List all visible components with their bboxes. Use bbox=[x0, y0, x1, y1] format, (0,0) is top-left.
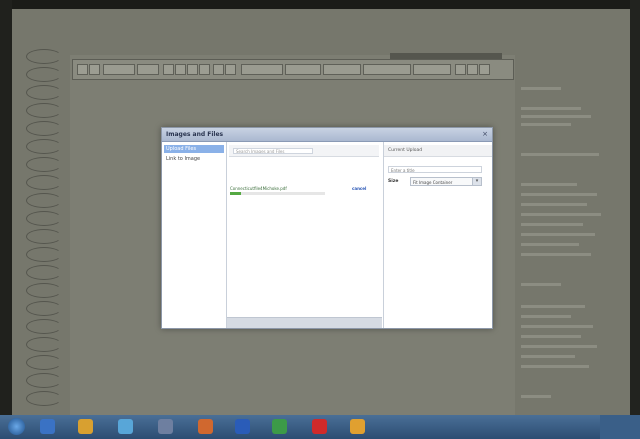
upload-row: Connecticutfile4Michoke.pdf cancel bbox=[230, 186, 380, 200]
monitor-bezel-right bbox=[630, 0, 640, 439]
toolbar-button[interactable] bbox=[89, 64, 100, 75]
word-icon[interactable] bbox=[235, 419, 250, 434]
toolbar-button[interactable] bbox=[479, 64, 490, 75]
size-label: Size bbox=[388, 179, 399, 184]
images-and-files-dialog: Images and Files × Upload Files Link to … bbox=[161, 127, 493, 329]
upload-progress-fill bbox=[230, 192, 242, 195]
dialog-nav: Upload Files Link to Image bbox=[162, 142, 227, 328]
monitor-bezel-left bbox=[0, 0, 12, 439]
upload-panel: Search Images and Files Connecticutfile4… bbox=[227, 142, 382, 328]
dialog-title: Images and Files bbox=[166, 131, 224, 138]
toolbar-dropdown[interactable] bbox=[137, 64, 159, 75]
file-name: Connecticutfile4Michoke.pdf bbox=[230, 186, 287, 191]
toolbar-button[interactable] bbox=[467, 64, 478, 75]
browser-icon[interactable] bbox=[118, 419, 133, 434]
toolbar-dropdown[interactable] bbox=[103, 64, 135, 75]
properties-header: Current Upload bbox=[384, 145, 492, 157]
upload-progress-bar bbox=[230, 192, 325, 195]
properties-panel: Current Upload Enter a title Size Fit Im… bbox=[383, 142, 492, 328]
notebook-spiral bbox=[26, 49, 66, 409]
size-select-value: Fit Image Container bbox=[413, 180, 453, 185]
system-tray[interactable] bbox=[600, 415, 640, 439]
toolbar-dropdown[interactable] bbox=[413, 64, 451, 75]
toolbar-button[interactable] bbox=[455, 64, 466, 75]
toolbar-button[interactable] bbox=[199, 64, 210, 75]
toolbar-button[interactable] bbox=[187, 64, 198, 75]
size-select[interactable]: Fit Image Container ▾ bbox=[410, 177, 482, 186]
monitor-bezel-top bbox=[0, 0, 640, 9]
toolbar-button[interactable] bbox=[225, 64, 236, 75]
chrome-icon[interactable] bbox=[350, 419, 365, 434]
cancel-upload-link[interactable]: cancel bbox=[352, 186, 366, 191]
right-sidebar bbox=[517, 55, 630, 415]
acrobat-icon[interactable] bbox=[312, 419, 327, 434]
nav-item-upload-files[interactable]: Upload Files bbox=[164, 145, 224, 153]
toolbar-dropdown[interactable] bbox=[363, 64, 411, 75]
media-icon[interactable] bbox=[78, 419, 93, 434]
start-icon[interactable] bbox=[8, 418, 25, 435]
taskbar bbox=[0, 415, 640, 439]
app-icon[interactable] bbox=[198, 419, 213, 434]
toolbar-button[interactable] bbox=[213, 64, 224, 75]
app-icon[interactable] bbox=[158, 419, 173, 434]
chevron-down-icon: ▾ bbox=[472, 178, 481, 185]
properties-title: Current Upload bbox=[388, 148, 423, 153]
search-input[interactable]: Search Images and Files bbox=[233, 148, 313, 154]
upload-footer bbox=[227, 317, 382, 328]
excel-icon[interactable] bbox=[272, 419, 287, 434]
title-field[interactable]: Enter a title bbox=[388, 166, 482, 173]
toolbar-button[interactable] bbox=[175, 64, 186, 75]
toolbar-dropdown[interactable] bbox=[285, 64, 321, 75]
close-icon[interactable]: × bbox=[482, 130, 488, 138]
toolbar-dropdown[interactable] bbox=[241, 64, 283, 75]
toolbar-button[interactable] bbox=[77, 64, 88, 75]
toolbar-button[interactable] bbox=[163, 64, 174, 75]
editor-toolbar bbox=[72, 59, 514, 80]
explorer-icon[interactable] bbox=[40, 419, 55, 434]
search-bar: Search Images and Files bbox=[229, 145, 379, 157]
dialog-header: Images and Files × bbox=[162, 128, 492, 142]
nav-item-link-to-image[interactable]: Link to Image bbox=[164, 155, 224, 163]
toolbar-dropdown[interactable] bbox=[323, 64, 361, 75]
